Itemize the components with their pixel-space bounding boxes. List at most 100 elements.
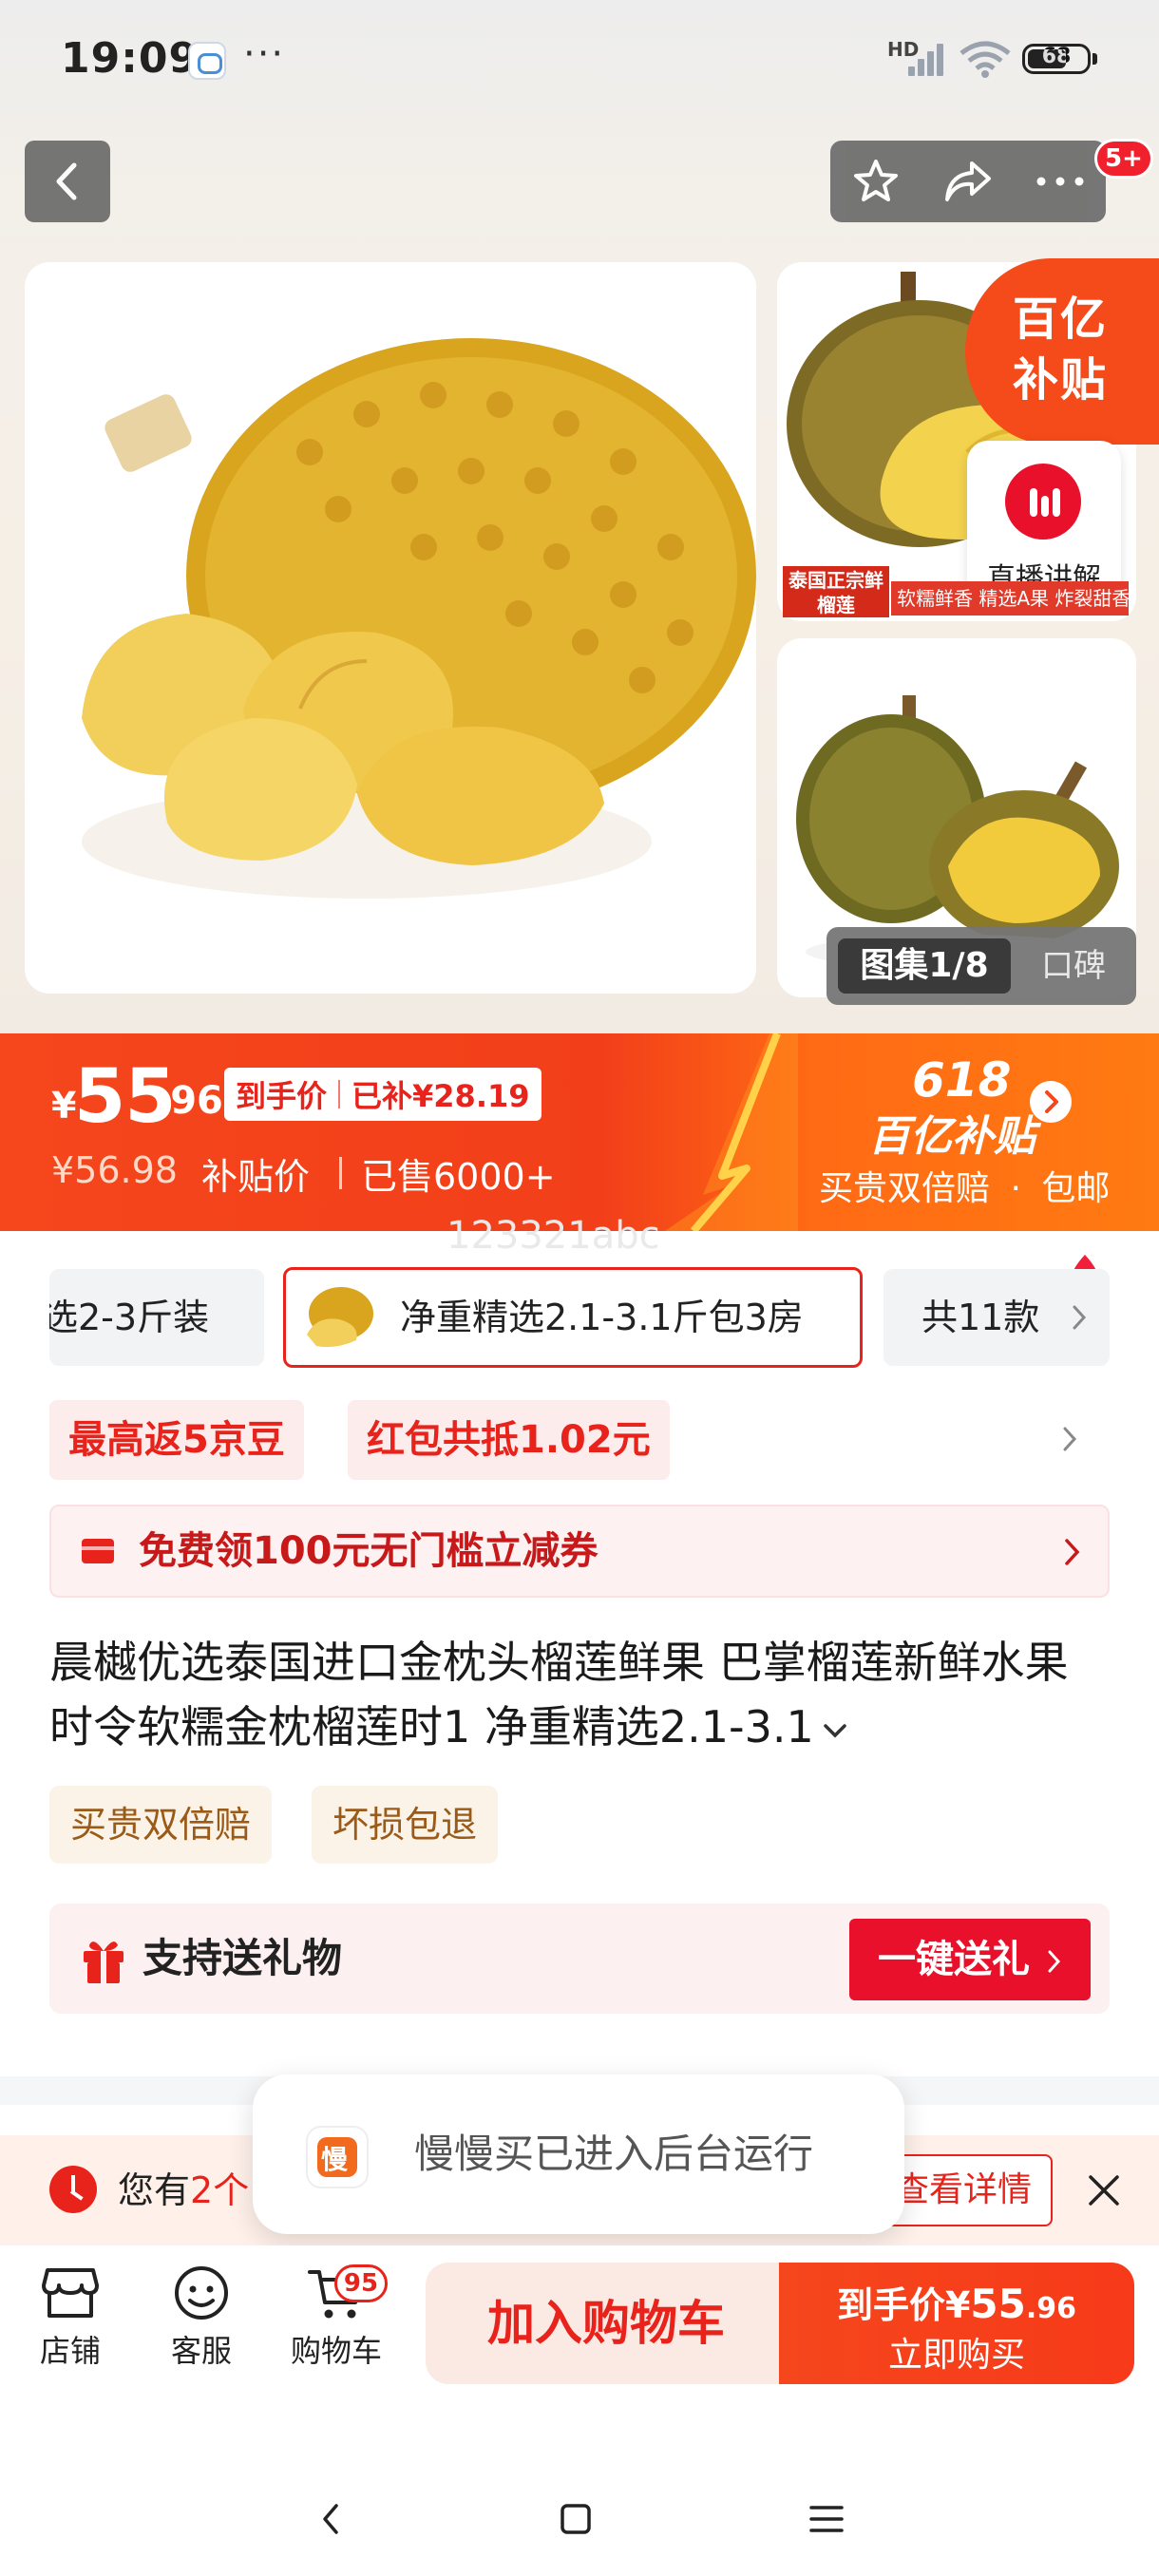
watermark-text: 123321abc <box>446 1214 660 1258</box>
favorite-button[interactable] <box>847 153 904 210</box>
subsidy-badge-line2: 补贴 <box>1013 353 1109 407</box>
chevron-right-icon <box>1048 1950 1060 1973</box>
variant-option-prev[interactable]: 选2-3斤装 <box>49 1269 264 1366</box>
promo-subsidy-logo[interactable]: 百亿补贴 <box>868 1102 1036 1163</box>
price-currency: ¥ <box>51 1085 77 1127</box>
chevron-right-icon <box>1073 1305 1087 1330</box>
guarantee-double-compensation[interactable]: 买贵双倍赔 <box>49 1786 273 1864</box>
message-badge: 5+ <box>1094 139 1153 179</box>
shop-label: 店铺 <box>39 2333 101 2369</box>
toast-message: 慢慢买已进入后台运行 <box>414 2131 814 2177</box>
app-icon-glyph: 慢 <box>321 2144 349 2175</box>
voucher-banner[interactable]: 免费领100元无门槛立减券 <box>49 1505 1110 1598</box>
wifi-icon <box>960 41 1011 78</box>
price-divider <box>339 1157 342 1189</box>
more-button[interactable] <box>1032 153 1089 210</box>
promo-free-shipping: 包邮 <box>1041 1169 1111 1208</box>
durian-illustration <box>82 338 756 899</box>
send-gift-label: 一键送礼 <box>878 1938 1031 1981</box>
thumb-tag-origin: 泰国正宗鲜榴莲 <box>783 566 889 617</box>
nav-menu-button[interactable] <box>800 2492 853 2546</box>
nav-home-button[interactable] <box>549 2492 602 2546</box>
add-to-cart-button[interactable]: 加入购物车 <box>426 2263 787 2384</box>
voucher-label: 免费领100元无门槛立减券 <box>139 1529 598 1573</box>
variant-option-selected[interactable]: 净重精选2.1-3.1斤包3房 <box>283 1255 1099 1368</box>
status-time: 19:09 <box>61 34 200 83</box>
battery-icon: 68 <box>1022 44 1091 74</box>
nav-back-icon <box>323 2504 338 2534</box>
buy-price-prefix: 到手价¥ <box>836 2284 971 2326</box>
coupon-redpacket[interactable]: 红包共抵1.02元 <box>348 1400 670 1480</box>
system-toast: 慢 慢慢买已进入后台运行 <box>253 2074 904 2234</box>
promo-chevron-icon[interactable] <box>1030 1081 1072 1123</box>
reminder-prefix: 您有 <box>118 2169 191 2211</box>
coupon-jingdou[interactable]: 最高返5京豆 <box>49 1400 304 1480</box>
final-price-tag: 到手价 已补¥28.19 <box>224 1068 542 1121</box>
price-cents: .96 <box>156 1079 223 1123</box>
chevron-right-icon <box>1065 1539 1080 1565</box>
product-title-text: 晨樾优选泰国进口金枕头榴莲鲜果 巴掌榴莲新鲜水果 时令软糯金枕榴莲时1 净重精选… <box>49 1637 1069 1752</box>
reminder-text: 您有2个 <box>118 2135 249 2245</box>
battery-level: 68 <box>1041 45 1072 68</box>
reminder-count: 2个 <box>190 2169 250 2211</box>
buy-price-int: 55 <box>970 2281 1026 2327</box>
coupon-chevron-icon[interactable] <box>1060 1425 1079 1453</box>
nav-back-button[interactable] <box>304 2492 357 2546</box>
thumb-tag-features: 软糯鲜香 精选A果 炸裂甜香 <box>891 581 1129 616</box>
gift-label: 支持送礼物 <box>142 1935 343 1981</box>
variant-thumbnail <box>297 1281 379 1355</box>
promo-618[interactable]: 618 <box>912 1052 1011 1108</box>
card-icon <box>82 1539 114 1563</box>
buy-now-label: 立即购买 <box>887 2336 1025 2375</box>
tag-divider <box>338 1080 341 1108</box>
shop-button[interactable]: 店铺 <box>13 2264 127 2371</box>
back-button[interactable] <box>25 141 110 222</box>
gallery-tab-reputation[interactable]: 口碑 <box>1026 938 1121 994</box>
lightning-decoration-icon <box>665 1033 798 1231</box>
gift-banner: 支持送礼物 一键送礼 <box>49 1904 1110 2014</box>
variant-selected-label: 净重精选2.1-3.1斤包3房 <box>400 1297 804 1338</box>
notification-app-icon <box>188 42 226 80</box>
buy-price-dec: .96 <box>1025 2292 1077 2325</box>
live-icon <box>1005 464 1081 540</box>
original-price: ¥56.98 <box>51 1149 178 1191</box>
original-price-label: 补贴价 <box>201 1156 311 1198</box>
star-icon <box>854 160 899 201</box>
share-button[interactable] <box>940 153 997 210</box>
share-icon <box>944 161 991 201</box>
nav-menu-icon <box>809 2506 844 2532</box>
variant-more-button[interactable]: 共11款 <box>884 1269 1110 1366</box>
variant-count-label: 共11款 <box>922 1297 1040 1338</box>
service-icon <box>175 2266 228 2320</box>
send-gift-button[interactable]: 一键送礼 <box>849 1919 1091 2000</box>
product-title[interactable]: 晨樾优选泰国进口金枕头榴莲鲜果 巴掌榴莲新鲜水果 时令软糯金枕榴莲时1 净重精选… <box>49 1630 1123 1759</box>
promo-separator: · <box>1010 1169 1021 1208</box>
promo-double-compensation: 买贵双倍赔 <box>819 1169 991 1208</box>
subsidy-badge-line1: 百亿 <box>1013 293 1109 346</box>
service-label: 客服 <box>170 2333 232 2369</box>
more-dots-icon <box>1036 177 1084 186</box>
subsidy-amount: 已补¥28.19 <box>352 1078 530 1114</box>
final-price-label: 到手价 <box>236 1078 328 1114</box>
status-more-dots: ··· <box>243 32 286 76</box>
cart-label: 购物车 <box>290 2333 382 2369</box>
expand-chevron-icon[interactable] <box>822 1721 848 1740</box>
gallery-tab-images[interactable]: 图集1/8 <box>838 938 1011 994</box>
buy-now-button[interactable]: 到手价¥55.96 立即购买 <box>779 2263 1134 2384</box>
nav-home-icon <box>560 2504 591 2534</box>
close-icon[interactable] <box>1085 2171 1123 2209</box>
guarantee-damage-return[interactable]: 坏损包退 <box>312 1786 499 1864</box>
customer-service-button[interactable]: 客服 <box>144 2264 258 2371</box>
main-product-image[interactable] <box>25 262 756 994</box>
chevron-left-icon <box>56 162 77 200</box>
gift-icon <box>84 1941 124 1983</box>
system-nav-bar <box>0 2451 1159 2576</box>
signal-icon <box>908 42 946 76</box>
sold-count: 已售6000+ <box>361 1156 556 1198</box>
status-bar: 19:09 ··· HD 68 <box>0 0 1159 119</box>
promo-guarantee: 买贵双倍赔 · 包邮 <box>819 1161 1110 1210</box>
app-icon: 慢 <box>306 2126 369 2188</box>
cart-count-badge: 95 <box>334 2264 388 2302</box>
header-action-group <box>830 141 1106 222</box>
clock-icon <box>49 2166 97 2213</box>
